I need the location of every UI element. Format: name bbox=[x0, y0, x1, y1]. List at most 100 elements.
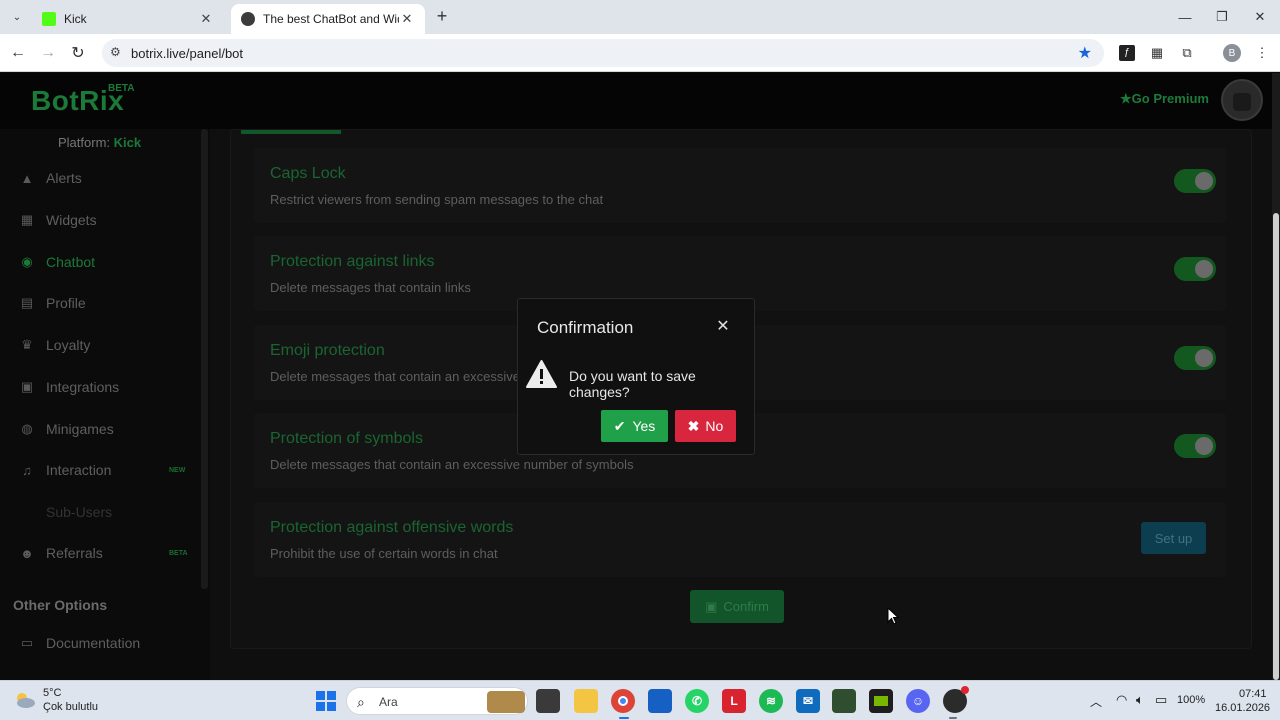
windows-start-icon[interactable] bbox=[314, 689, 338, 713]
taskbar: 5°C Çok bulutlu ⌕ Ara ✆ L ≋ ✉ ☺ ︿ ◠ 🔈︎ ▭… bbox=[0, 680, 1280, 720]
platform-indicator: Platform: Kick bbox=[58, 135, 142, 150]
extensions-puzzle-icon[interactable]: ⧉ bbox=[1175, 41, 1199, 65]
beta-badge: BETA bbox=[169, 549, 188, 557]
clock-date[interactable]: 16.01.2026 bbox=[1215, 702, 1270, 714]
chrome-icon[interactable] bbox=[611, 689, 635, 713]
window-minimize-button[interactable]: — bbox=[1166, 0, 1204, 34]
setting-description: Restrict viewers from sending spam messa… bbox=[270, 192, 604, 207]
search-placeholder: Ara bbox=[379, 695, 398, 709]
window-maximize-button[interactable]: ❐ bbox=[1203, 0, 1241, 34]
other-options-heading: Other Options bbox=[13, 597, 108, 613]
sidebar-item-loyalty[interactable]: ♛ Loyalty bbox=[16, 331, 196, 359]
browser-toolbar: ← → ↻ ⚙ botrix.live/panel/bot ★ ƒ ▦ ⧉ ⋮ bbox=[0, 34, 1280, 72]
setting-offensive-words: Protection against offensive words Prohi… bbox=[254, 502, 1226, 577]
sidebar-item-documentation[interactable]: ▭ Documentation bbox=[16, 629, 196, 657]
save-icon: ▣ bbox=[705, 598, 718, 614]
no-button[interactable]: ✖ No bbox=[675, 410, 736, 442]
sidebar-item-integrations[interactable]: ▣ Integrations bbox=[16, 373, 196, 401]
botrix-favicon-icon bbox=[241, 12, 255, 26]
game-app-icon[interactable] bbox=[832, 689, 856, 713]
sidebar-item-interaction[interactable]: ♫ Interaction NEW bbox=[16, 456, 196, 484]
yes-button[interactable]: ✔ Yes bbox=[601, 410, 668, 442]
sidebar-item-minigames[interactable]: ◍ Minigames bbox=[16, 415, 196, 443]
setting-title: Protection against links bbox=[270, 253, 435, 270]
page-scrollbar-thumb[interactable] bbox=[1273, 213, 1279, 680]
setting-description: Delete messages that contain links bbox=[270, 280, 471, 295]
address-bar[interactable]: ⚙ botrix.live/panel/bot ★ bbox=[102, 39, 1104, 67]
setting-caps-lock: Caps Lock Restrict viewers from sending … bbox=[254, 148, 1226, 223]
user-avatar[interactable] bbox=[1221, 79, 1263, 121]
dialog-title: Confirmation bbox=[537, 318, 634, 337]
star-icon: ★ bbox=[1120, 91, 1132, 106]
sidebar-item-profile[interactable]: ▤ Profile bbox=[16, 289, 196, 317]
clock-time[interactable]: 07:41 bbox=[1239, 688, 1267, 700]
set-up-button[interactable]: Set up bbox=[1141, 522, 1206, 554]
forward-icon[interactable]: → bbox=[34, 40, 62, 66]
tab-title: The best ChatBot and Widgets f bbox=[263, 12, 399, 26]
grid-icon: ▦ bbox=[20, 212, 34, 227]
task-view-icon[interactable] bbox=[536, 689, 560, 713]
weather-cloud-icon[interactable] bbox=[14, 690, 36, 710]
users-icon: ☻ bbox=[20, 545, 34, 561]
tab-search-button[interactable]: ⌄ bbox=[8, 8, 26, 26]
weather-temperature[interactable]: 5°C bbox=[43, 687, 61, 699]
store-icon[interactable] bbox=[648, 689, 672, 713]
gamepad-icon: ◍ bbox=[21, 421, 33, 436]
warning-icon bbox=[525, 359, 558, 394]
nvidia-icon[interactable] bbox=[869, 689, 893, 713]
qr-code-icon[interactable]: ▦ bbox=[1145, 41, 1169, 65]
tray-overflow-icon[interactable]: ︿ bbox=[1090, 693, 1102, 710]
window-close-button[interactable]: ✕ bbox=[1241, 0, 1279, 34]
search-icon: ⌕ bbox=[357, 694, 365, 710]
tab-close-icon[interactable]: ✕ bbox=[399, 11, 415, 27]
browser-tab-botrix[interactable]: The best ChatBot and Widgets f ✕ bbox=[231, 4, 425, 34]
browser-tab-kick[interactable]: Kick ✕ bbox=[32, 4, 224, 34]
weather-description[interactable]: Çok bulutlu bbox=[43, 701, 98, 713]
back-icon[interactable]: ← bbox=[4, 40, 32, 66]
symbols-toggle[interactable] bbox=[1174, 434, 1216, 458]
sidebar-scrollbar[interactable] bbox=[201, 129, 208, 589]
emoji-toggle[interactable] bbox=[1174, 346, 1216, 370]
reload-icon[interactable]: ↻ bbox=[64, 40, 92, 66]
setting-title: Protection against offensive words bbox=[270, 519, 514, 536]
wifi-icon[interactable]: ◠ bbox=[1116, 692, 1127, 708]
go-premium-link[interactable]: ★Go Premium bbox=[1120, 91, 1209, 107]
tab-close-icon[interactable]: ✕ bbox=[198, 11, 214, 27]
sidebar-item-alerts[interactable]: ▲ Alerts bbox=[16, 164, 196, 192]
logo-beta-badge: BETA bbox=[108, 83, 135, 94]
sidebar-item-chatbot[interactable]: ◉ Chatbot bbox=[16, 248, 196, 276]
whatsapp-icon[interactable]: ✆ bbox=[685, 689, 709, 713]
sidebar: Platform: Kick ▲ Alerts ▦ Widgets ◉ Chatbot… bbox=[0, 129, 210, 680]
battery-icon[interactable]: ▭ bbox=[1155, 692, 1167, 708]
obs-icon[interactable] bbox=[943, 686, 969, 713]
battery-percent: 100% bbox=[1177, 694, 1206, 706]
outlook-icon[interactable]: ✉ bbox=[796, 689, 820, 713]
x-icon: ✖ bbox=[687, 417, 700, 434]
links-toggle[interactable] bbox=[1174, 257, 1216, 281]
setting-title: Protection of symbols bbox=[270, 430, 423, 447]
browser-profile-avatar[interactable]: B bbox=[1223, 44, 1241, 62]
tab-title: Kick bbox=[64, 12, 87, 26]
setting-description: Delete messages that contain an excessiv… bbox=[270, 457, 634, 472]
spotify-icon[interactable]: ≋ bbox=[759, 689, 783, 713]
caps-lock-toggle[interactable] bbox=[1174, 169, 1216, 193]
integrations-icon: ▣ bbox=[20, 379, 34, 394]
file-explorer-icon[interactable] bbox=[574, 689, 598, 713]
sidebar-item-referrals[interactable]: ☻ Referrals BETA bbox=[16, 539, 196, 567]
volume-icon[interactable]: 🔈︎ bbox=[1136, 692, 1144, 708]
sidebar-item-widgets[interactable]: ▦ Widgets bbox=[16, 206, 196, 234]
l-app-icon[interactable]: L bbox=[722, 689, 746, 713]
active-tab-indicator bbox=[241, 130, 341, 134]
confirm-button[interactable]: ▣ Confirm bbox=[690, 590, 784, 623]
menu-dots-icon[interactable]: ⋮ bbox=[1250, 41, 1274, 65]
close-icon[interactable]: ✕ bbox=[714, 316, 732, 335]
discord-icon[interactable]: ☺ bbox=[906, 689, 930, 713]
dialog-message: Do you want to save changes? bbox=[569, 368, 696, 400]
new-tab-button[interactable]: + bbox=[433, 6, 451, 28]
site-info-icon[interactable]: ⚙ bbox=[110, 45, 121, 59]
extension-icon[interactable]: ƒ bbox=[1115, 41, 1139, 65]
robot-icon: ◉ bbox=[21, 254, 33, 269]
check-icon: ✔ bbox=[613, 417, 626, 434]
taskbar-search[interactable]: ⌕ Ara bbox=[346, 687, 528, 715]
bookmark-star-icon[interactable]: ★ bbox=[1078, 43, 1092, 63]
